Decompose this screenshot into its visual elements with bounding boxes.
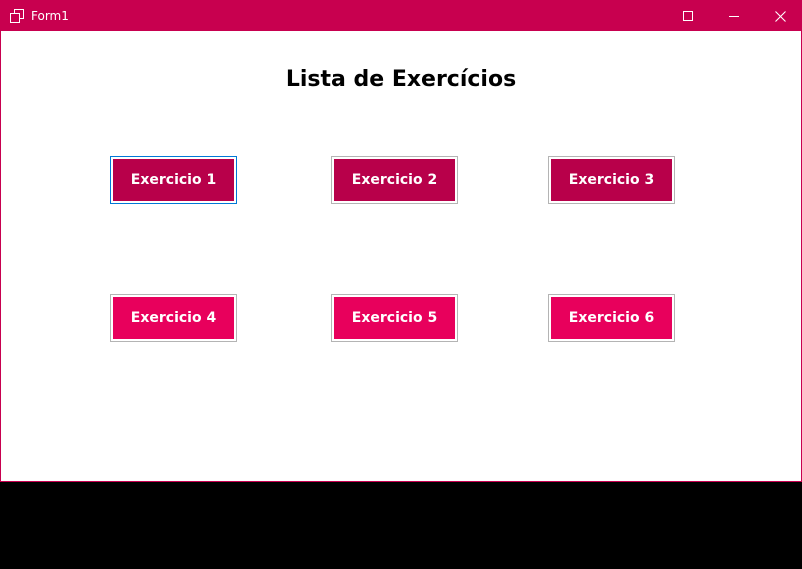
- exercicio-6-button[interactable]: Exercicio 6: [548, 294, 675, 342]
- exercicio-2-label: Exercicio 2: [334, 159, 455, 201]
- app-window-icon: [10, 9, 24, 23]
- close-button[interactable]: [757, 1, 802, 31]
- form-window: Form1 Lista de Exercícios Exercicio 1 Ex…: [0, 0, 802, 482]
- exercicio-3-label: Exercicio 3: [551, 159, 672, 201]
- maximize-button[interactable]: [665, 1, 711, 31]
- exercicio-1-label: Exercicio 1: [113, 159, 234, 201]
- exercicio-5-label: Exercicio 5: [334, 297, 455, 339]
- maximize-icon: [683, 11, 693, 21]
- exercicio-4-label: Exercicio 4: [113, 297, 234, 339]
- window-title: Form1: [31, 9, 69, 23]
- minimize-button[interactable]: [711, 1, 757, 31]
- exercicio-2-button[interactable]: Exercicio 2: [331, 156, 458, 204]
- exercicio-4-button[interactable]: Exercicio 4: [110, 294, 237, 342]
- exercicio-5-button[interactable]: Exercicio 5: [331, 294, 458, 342]
- page-title: Lista de Exercícios: [285, 67, 517, 92]
- exercicio-6-label: Exercicio 6: [551, 297, 672, 339]
- title-bar[interactable]: Form1: [1, 1, 801, 31]
- exercicio-3-button[interactable]: Exercicio 3: [548, 156, 675, 204]
- minimize-icon: [729, 16, 739, 17]
- close-icon: [774, 10, 786, 22]
- exercicio-1-button[interactable]: Exercicio 1: [110, 156, 237, 204]
